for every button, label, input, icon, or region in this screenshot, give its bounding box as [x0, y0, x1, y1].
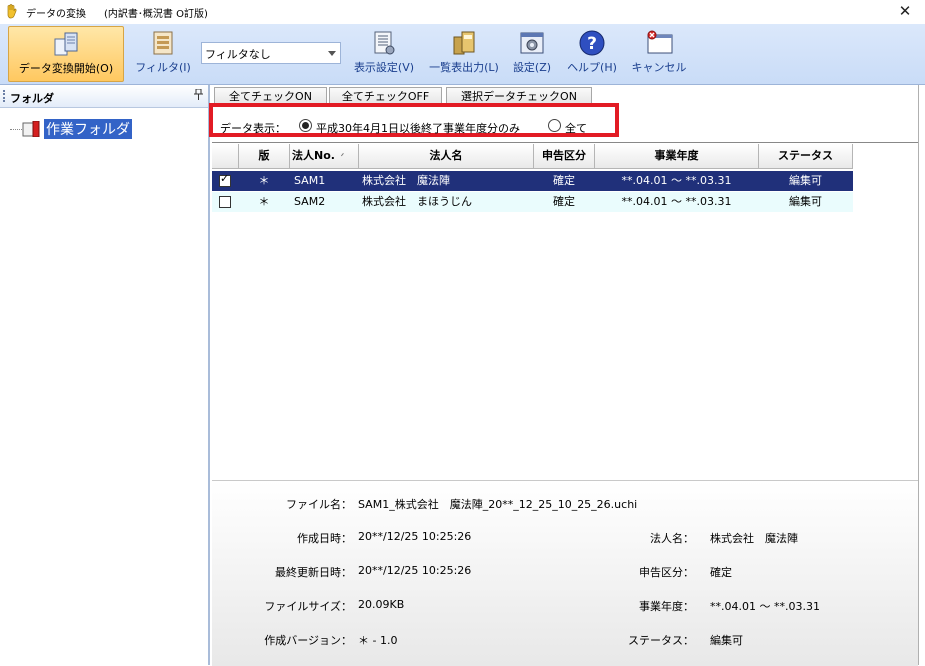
display-filter-row: データ表示： 平成30年4月1日以後終了事業年度分のみ 全て: [209, 103, 918, 143]
filter-button[interactable]: フィルタ(I): [130, 26, 196, 80]
modified-label: 最終更新日時：: [275, 566, 352, 579]
list-output-label: 一覧表出力(L): [429, 61, 499, 74]
data-panel: 全てチェックON 全てチェックOFF 選択データチェックON データ表示： 平成…: [209, 85, 919, 666]
settings-button[interactable]: 設定(Z): [507, 26, 557, 80]
detail-corp-name-label: 法人名：: [650, 532, 694, 545]
tree-item-label: 作業フォルダ: [44, 119, 132, 139]
filter-icon: [149, 29, 177, 57]
header-corp-no-label: 法人No.: [292, 149, 335, 162]
folder-panel: フォルダ 作業フォルダ: [0, 85, 210, 665]
created-value: 20**/12/25 10:25:26: [358, 530, 472, 543]
folder-panel-header: フォルダ: [0, 85, 208, 108]
detail-corp-name-value: 株式会社 魔法陣: [710, 532, 798, 545]
detail-category-label: 申告区分：: [639, 566, 694, 579]
toolbar: データ変換開始(O) フィルタ(I) フィルタなし 表示設定(V) 一覧表出力(…: [0, 24, 925, 85]
cell-fiscal-year: **.04.01 ～ **.03.31: [621, 174, 732, 187]
cell-category: 確定: [553, 195, 575, 208]
cell-corp-no: SAM2: [294, 195, 326, 208]
display-settings-label: 表示設定(V): [353, 61, 415, 74]
cell-corp-name: 株式会社 まほうじん: [362, 195, 472, 208]
window-title: データの変換: [26, 9, 86, 20]
folder-icon: [22, 120, 40, 138]
cell-status: 編集可: [789, 174, 822, 187]
settings-label: 設定(Z): [512, 61, 552, 74]
header-checkbox-column: [212, 144, 239, 169]
table-row[interactable]: ＊ SAM1 株式会社 魔法陣 確定 **.04.01 ～ **.03.31 編…: [212, 171, 853, 191]
file-details-panel: ファイル名： SAM1_株式会社 魔法陣_20**_12_25_10_25_26…: [212, 480, 918, 666]
detail-status-value: 編集可: [710, 634, 743, 647]
list-output-icon: [450, 29, 478, 57]
svg-text:?: ?: [587, 34, 597, 54]
pin-icon[interactable]: [194, 88, 203, 103]
detail-fiscal-year-value: **.04.01 ～ **.03.31: [710, 600, 820, 613]
detail-status-label: ステータス：: [628, 634, 694, 647]
title-bar: データの変換 (内訳書･概況書 O訂版) ✕: [0, 0, 925, 24]
header-version[interactable]: 版: [239, 144, 290, 169]
close-button[interactable]: ✕: [891, 0, 919, 22]
sort-ascending-icon: ᐟ: [340, 152, 345, 161]
file-name-value: SAM1_株式会社 魔法陣_20**_12_25_10_25_26.uchi: [358, 498, 638, 511]
data-grid: 版 法人No. ᐟ 法人名 申告区分 事業年度 ステータス ＊ SAM1 株式会…: [212, 142, 918, 481]
header-corp-name[interactable]: 法人名: [359, 144, 534, 169]
help-label: ヘルプ(H): [567, 61, 617, 74]
radio-all-label[interactable]: 全て: [565, 120, 587, 136]
display-filter-label: データ表示：: [220, 122, 286, 135]
cell-corp-no: SAM1: [294, 174, 326, 187]
header-category[interactable]: 申告区分: [534, 144, 595, 169]
cell-corp-name: 株式会社 魔法陣: [362, 174, 450, 187]
filter-dropdown[interactable]: フィルタなし: [201, 42, 341, 64]
tree-connector: [10, 129, 22, 130]
file-name-label: ファイル名：: [286, 498, 352, 511]
detail-category-value: 確定: [710, 566, 732, 579]
row-checkbox[interactable]: [219, 172, 231, 187]
version-value: ＊ - 1.0: [358, 634, 398, 647]
table-row[interactable]: ＊ SAM2 株式会社 まほうじん 確定 **.04.01 ～ **.03.31…: [212, 192, 853, 212]
cell-fiscal-year: **.04.01 ～ **.03.31: [621, 195, 732, 208]
file-size-value: 20.09KB: [358, 598, 405, 611]
header-status[interactable]: ステータス: [759, 144, 853, 169]
display-settings-icon: [370, 29, 398, 57]
convert-start-button[interactable]: データ変換開始(O): [8, 26, 124, 82]
cell-category: 確定: [553, 174, 575, 187]
convert-icon: [52, 30, 80, 58]
modified-value: 20**/12/25 10:25:26: [358, 564, 472, 577]
row-checkbox[interactable]: [219, 196, 231, 208]
header-fiscal-year[interactable]: 事業年度: [595, 144, 759, 169]
version-label: 作成バージョン：: [264, 634, 352, 647]
header-corp-no[interactable]: 法人No. ᐟ: [290, 144, 359, 169]
radio-all[interactable]: [548, 119, 561, 132]
filter-dropdown-value: フィルタなし: [205, 48, 271, 61]
filter-label: フィルタ(I): [135, 61, 191, 74]
file-size-label: ファイルサイズ：: [264, 600, 352, 613]
radio-fy30-only[interactable]: [299, 119, 312, 132]
window-subtitle: (内訳書･概況書 O訂版): [104, 9, 208, 20]
display-settings-button[interactable]: 表示設定(V): [349, 26, 419, 80]
folder-panel-title: フォルダ: [10, 92, 54, 105]
chevron-down-icon: [328, 51, 336, 56]
cell-version: ＊: [258, 174, 270, 187]
gear-icon: [518, 29, 546, 57]
grip-icon: [3, 90, 7, 102]
cancel-window-icon: [645, 29, 673, 57]
grid-header: 版 法人No. ᐟ 法人名 申告区分 事業年度 ステータス: [212, 144, 853, 169]
convert-start-label: データ変換開始(O): [18, 62, 114, 75]
radio-fy30-only-label[interactable]: 平成30年4月1日以後終了事業年度分のみ: [316, 120, 520, 136]
list-output-button[interactable]: 一覧表出力(L): [424, 26, 504, 80]
help-icon: ?: [578, 29, 606, 57]
cancel-button[interactable]: キャンセル: [627, 26, 691, 80]
cell-version: ＊: [258, 195, 270, 208]
created-label: 作成日時：: [297, 532, 352, 545]
detail-fiscal-year-label: 事業年度：: [639, 600, 694, 613]
app-hand-icon: [5, 3, 19, 19]
cancel-label: キャンセル: [631, 61, 687, 74]
cell-status: 編集可: [789, 195, 822, 208]
help-button[interactable]: ? ヘルプ(H): [561, 26, 623, 80]
